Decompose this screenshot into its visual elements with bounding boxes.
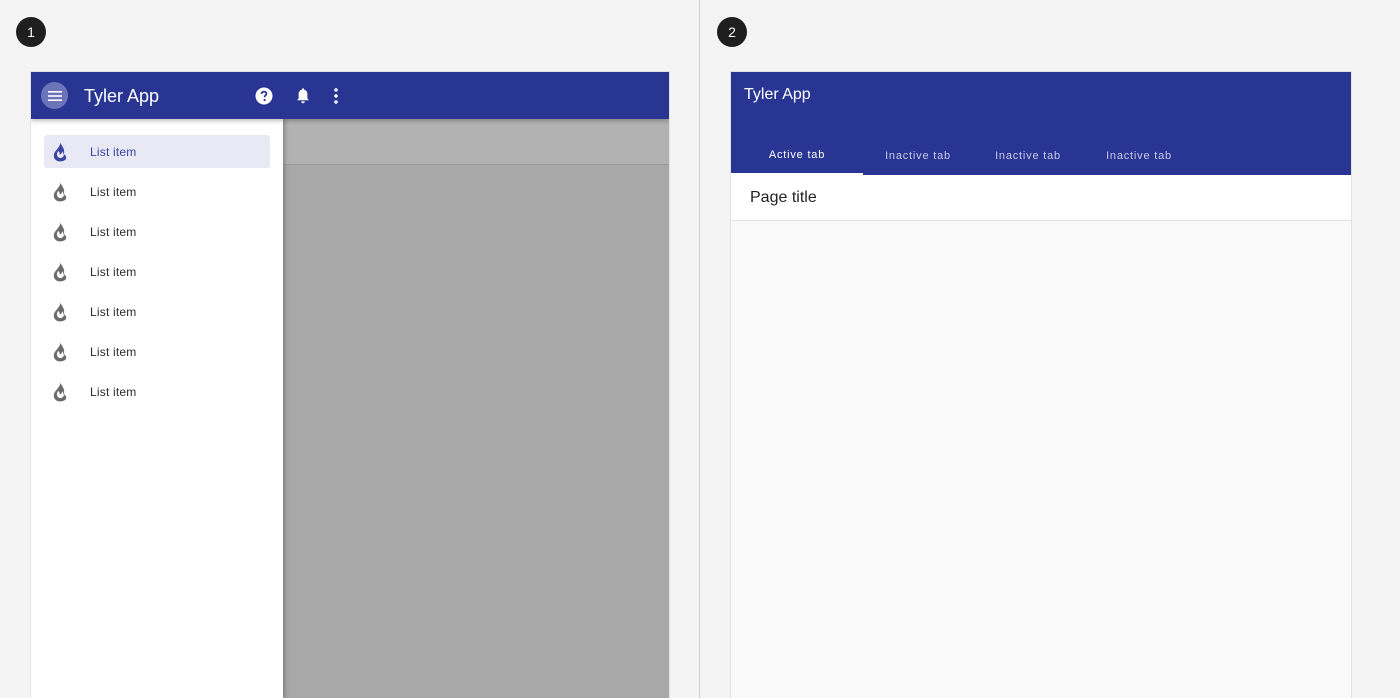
help-icon bbox=[255, 87, 273, 105]
flame-icon bbox=[53, 342, 67, 362]
page-title-bar-dimmed bbox=[283, 119, 669, 165]
more-options-button[interactable] bbox=[325, 85, 347, 107]
help-button[interactable] bbox=[253, 85, 275, 107]
drawer-item-label: List item bbox=[90, 345, 137, 359]
more-vert-icon bbox=[334, 88, 338, 104]
flame-icon bbox=[53, 222, 67, 242]
app-title: Tyler App bbox=[744, 86, 811, 103]
drawer-item-label: List item bbox=[90, 225, 137, 239]
drawer-item-label: List item bbox=[90, 265, 137, 279]
app-bar: Tyler App bbox=[31, 72, 669, 119]
drawer-item-label: List item bbox=[90, 145, 137, 159]
bell-icon bbox=[297, 87, 309, 103]
flame-icon bbox=[53, 302, 67, 322]
drawer-item-1[interactable]: List item bbox=[44, 135, 270, 168]
step-badge-2: 2 bbox=[717, 17, 747, 47]
drawer-item-2[interactable]: List item bbox=[44, 175, 270, 208]
panel-divider bbox=[699, 0, 700, 698]
drawer-scrim[interactable] bbox=[283, 119, 669, 698]
step-badge-1: 1 bbox=[16, 17, 46, 47]
page-title-bar: Page title bbox=[731, 175, 1351, 221]
tab-inactive-2[interactable]: Inactive tab bbox=[973, 136, 1083, 175]
drawer-item-5[interactable]: List item bbox=[44, 295, 270, 328]
drawer-item-6[interactable]: List item bbox=[44, 335, 270, 368]
drawer-item-7[interactable]: List item bbox=[44, 375, 270, 408]
drawer-item-label: List item bbox=[90, 385, 137, 399]
drawer-item-label: List item bbox=[90, 305, 137, 319]
app-title: Tyler App bbox=[84, 86, 160, 106]
page-title: Page title bbox=[750, 189, 817, 206]
app-bar: Tyler App Active tab Inactive tab Inacti… bbox=[731, 72, 1351, 175]
navigation-drawer: List item List item List item List item … bbox=[31, 119, 283, 698]
tab-active[interactable]: Active tab bbox=[731, 136, 863, 175]
tab-inactive-3[interactable]: Inactive tab bbox=[1083, 136, 1195, 175]
menu-icon bbox=[47, 90, 62, 101]
tab-inactive-1[interactable]: Inactive tab bbox=[863, 136, 973, 175]
menu-button[interactable] bbox=[41, 82, 68, 109]
example-panel-drawer-open: Tyler App List item List item List item … bbox=[31, 72, 669, 698]
flame-icon bbox=[53, 182, 67, 202]
flame-icon bbox=[53, 142, 67, 162]
drawer-item-label: List item bbox=[90, 185, 137, 199]
drawer-item-3[interactable]: List item bbox=[44, 215, 270, 248]
example-panel-tabs: Tyler App Active tab Inactive tab Inacti… bbox=[731, 72, 1351, 698]
notifications-button[interactable] bbox=[292, 85, 314, 107]
flame-icon bbox=[53, 382, 67, 402]
drawer-item-4[interactable]: List item bbox=[44, 255, 270, 288]
flame-icon bbox=[53, 262, 67, 282]
